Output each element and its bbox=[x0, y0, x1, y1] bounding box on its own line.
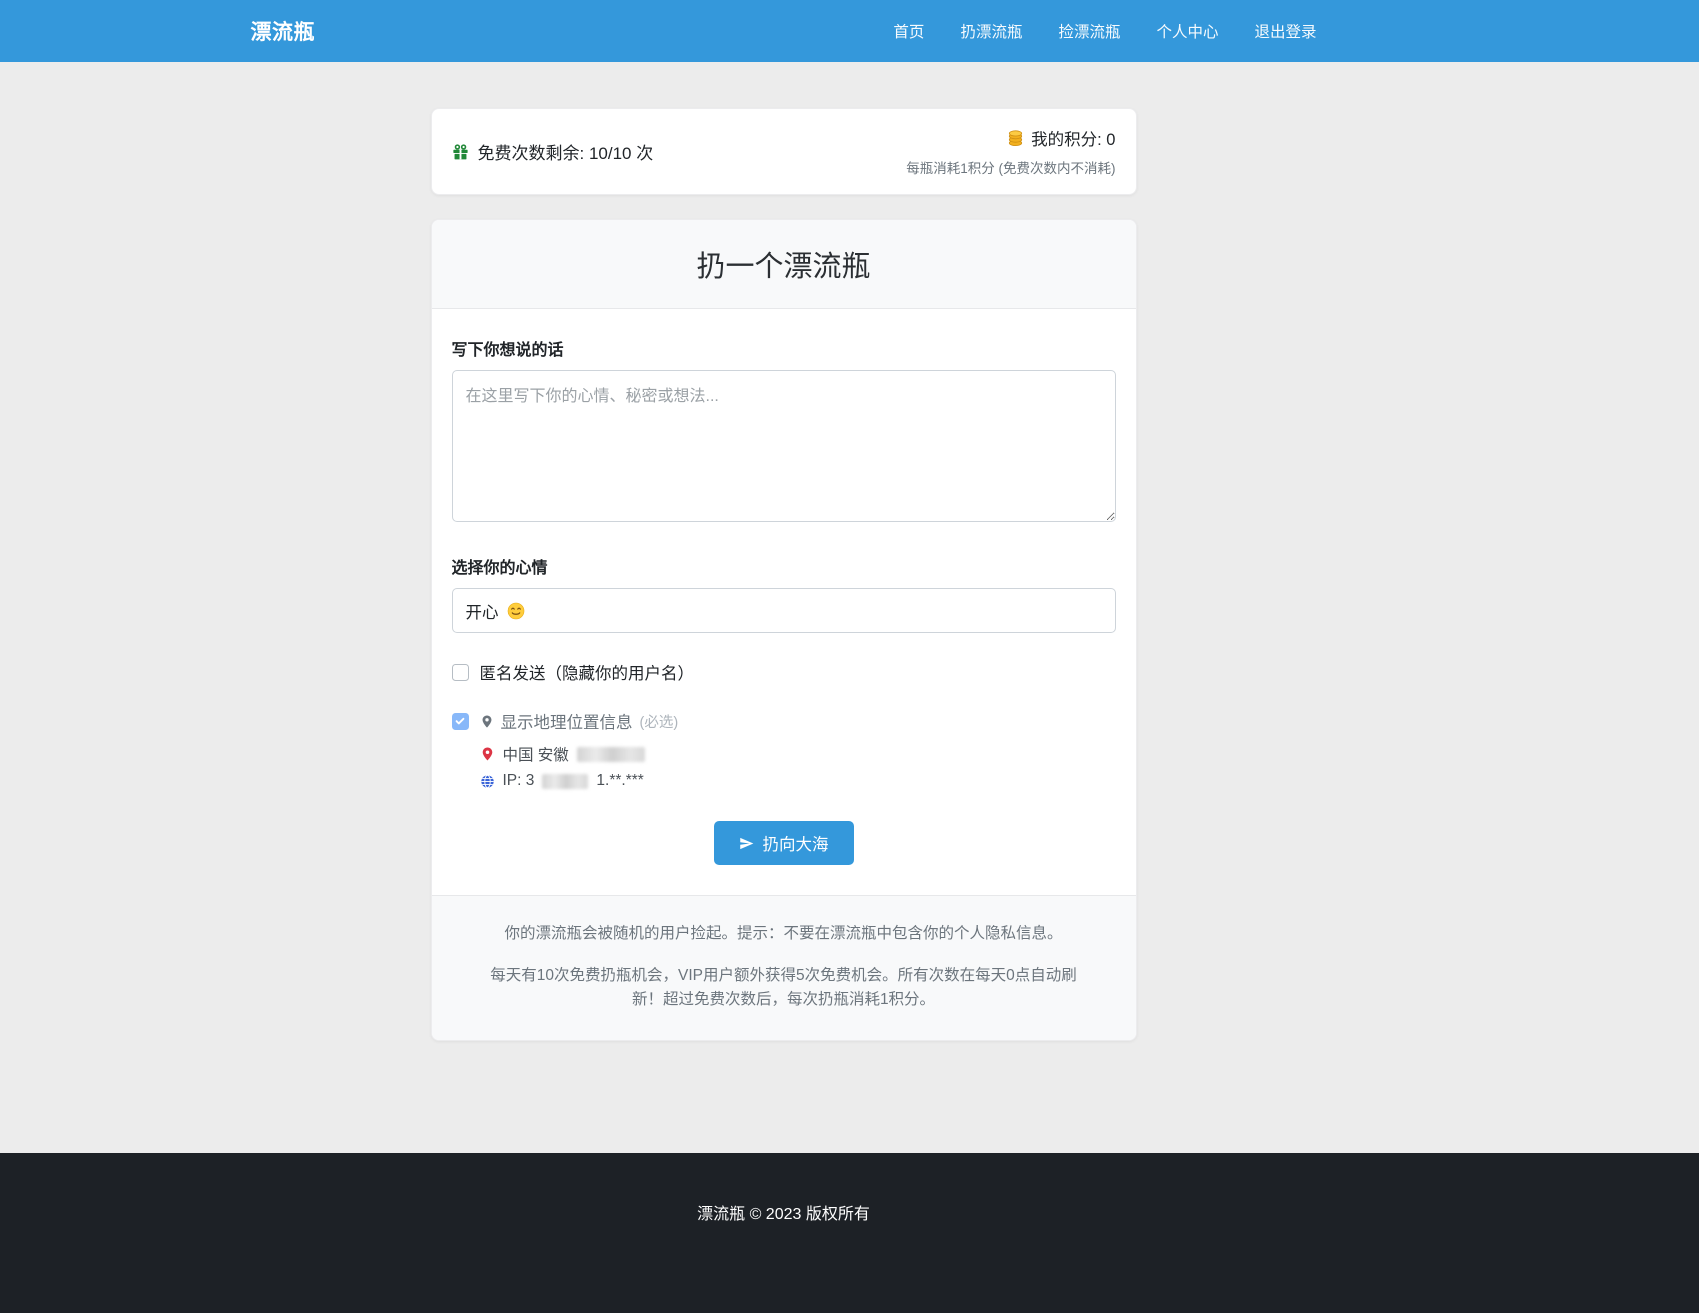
mood-select[interactable]: 开心 bbox=[452, 588, 1116, 633]
location-ip-line: IP: 3 1.**.*** bbox=[480, 772, 1116, 790]
free-count-block: 免费次数剩余: 10/10 次 bbox=[452, 139, 654, 164]
page-content: 免费次数剩余: 10/10 次 我的积分: bbox=[0, 62, 1699, 1041]
my-points-label: 我的积分: 0 bbox=[1031, 126, 1115, 150]
nav-item-pick-bottle[interactable]: 捡漂流瓶 bbox=[1058, 20, 1120, 42]
nav-item-home[interactable]: 首页 bbox=[893, 20, 924, 42]
navbar-inner: 漂流瓶 首页 扔漂流瓶 捡漂流瓶 个人中心 退出登录 bbox=[251, 0, 1317, 62]
location-required-note: (必选) bbox=[640, 711, 679, 732]
nav-item-profile[interactable]: 个人中心 bbox=[1156, 20, 1218, 42]
ip-prefix-text: IP: 3 bbox=[503, 772, 535, 790]
main-container: 免费次数剩余: 10/10 次 我的积分: bbox=[431, 62, 1137, 1041]
nav-links: 首页 扔漂流瓶 捡漂流瓶 个人中心 退出登录 bbox=[893, 20, 1316, 42]
location-label: 显示地理位置信息 bbox=[501, 709, 633, 733]
anonymous-row[interactable]: 匿名发送（隐藏你的用户名） bbox=[452, 660, 1116, 684]
anonymous-label: 匿名发送（隐藏你的用户名） bbox=[480, 660, 695, 684]
nav-item-logout[interactable]: 退出登录 bbox=[1254, 20, 1316, 42]
mood-label: 选择你的心情 bbox=[452, 554, 1116, 578]
message-textarea[interactable] bbox=[452, 370, 1116, 522]
free-count-label: 免费次数剩余: 10/10 次 bbox=[478, 139, 654, 164]
redacted-city bbox=[577, 747, 645, 762]
location-details: 中国 安徽 IP: 3 bbox=[480, 743, 1116, 790]
gift-icon bbox=[452, 143, 469, 160]
points-note: 每瓶消耗1积分 (免费次数内不消耗) bbox=[906, 157, 1115, 177]
anonymous-checkbox[interactable] bbox=[452, 664, 469, 681]
paper-plane-icon bbox=[739, 836, 754, 851]
red-pin-icon bbox=[480, 746, 495, 762]
stats-card: 免费次数剩余: 10/10 次 我的积分: bbox=[431, 108, 1137, 195]
redacted-ip bbox=[542, 774, 588, 789]
copyright-text: 漂流瓶 © 2023 版权所有 bbox=[697, 1206, 870, 1223]
location-region-text: 中国 安徽 bbox=[503, 743, 569, 765]
coins-icon bbox=[1007, 130, 1024, 147]
note-privacy: 你的漂流瓶会被随机的用户捡起。提示：不要在漂流瓶中包含你的个人隐私信息。 bbox=[476, 922, 1092, 946]
globe-icon bbox=[480, 774, 495, 789]
card-title: 扔一个漂流瓶 bbox=[442, 243, 1126, 285]
location-region-line: 中国 安徽 bbox=[480, 743, 1116, 765]
message-group: 写下你想说的话 bbox=[452, 336, 1116, 527]
note-quota: 每天有10次免费扔瓶机会，VIP用户额外获得5次免费机会。所有次数在每天0点自动… bbox=[476, 964, 1092, 1012]
mood-group: 选择你的心情 开心 bbox=[452, 554, 1116, 633]
throw-button-label: 扔向大海 bbox=[763, 831, 829, 855]
site-footer: 漂流瓶 © 2023 版权所有 bbox=[0, 1153, 1699, 1313]
points-block: 我的积分: 0 每瓶消耗1积分 (免费次数内不消耗) bbox=[906, 126, 1115, 177]
location-checkbox bbox=[452, 713, 469, 730]
mood-selected-value: 开心 bbox=[466, 599, 499, 623]
message-label: 写下你想说的话 bbox=[452, 336, 1116, 360]
card-body: 写下你想说的话 选择你的心情 开心 bbox=[432, 309, 1136, 895]
card-header: 扔一个漂流瓶 bbox=[432, 220, 1136, 309]
throw-to-sea-button[interactable]: 扔向大海 bbox=[714, 821, 854, 865]
location-row: 显示地理位置信息 (必选) bbox=[452, 709, 1116, 733]
nav-item-throw-bottle[interactable]: 扔漂流瓶 bbox=[960, 20, 1022, 42]
location-pin-icon bbox=[480, 714, 494, 729]
ip-masked-text: 1.**.*** bbox=[596, 772, 643, 790]
throw-bottle-card: 扔一个漂流瓶 写下你想说的话 选择你的心情 开心 bbox=[431, 219, 1137, 1041]
brand-logo[interactable]: 漂流瓶 bbox=[251, 16, 316, 46]
navbar: 漂流瓶 首页 扔漂流瓶 捡漂流瓶 个人中心 退出登录 bbox=[0, 0, 1699, 62]
submit-area: 扔向大海 bbox=[452, 821, 1116, 865]
card-footer-notes: 你的漂流瓶会被随机的用户捡起。提示：不要在漂流瓶中包含你的个人隐私信息。 每天有… bbox=[432, 895, 1136, 1040]
smiling-face-icon bbox=[507, 602, 525, 620]
